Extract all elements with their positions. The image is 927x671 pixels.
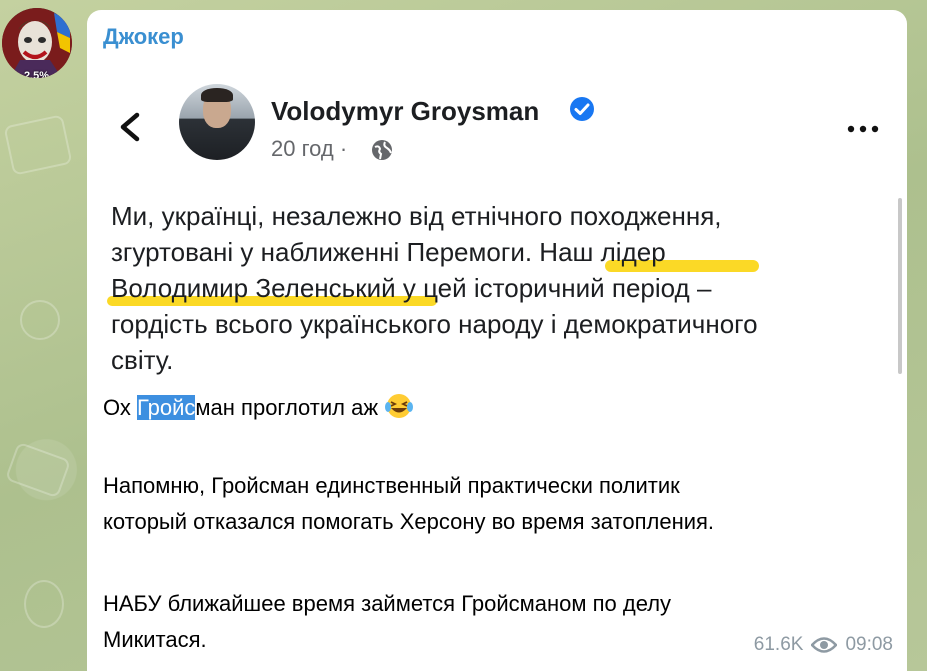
- message-text: Ох: [103, 395, 137, 420]
- wallpaper-doodle: [4, 441, 72, 499]
- eye-icon: [811, 637, 838, 653]
- sender-name[interactable]: Джокер: [103, 24, 184, 50]
- post-line: Володимир Зеленський у цей історичний пе…: [111, 273, 712, 303]
- embedded-screenshot[interactable]: Volodymyr Groysman 20 год · Ми, українці…: [87, 72, 907, 384]
- channel-avatar[interactable]: 2.5%: [2, 8, 72, 78]
- message-text: ман проглотил аж: [195, 395, 379, 420]
- globe-icon: [372, 140, 392, 160]
- laughing-emoji-icon: [385, 394, 414, 418]
- post-text: Ми, українці, незалежно від етнічного по…: [107, 198, 881, 378]
- meta-separator: ·: [339, 136, 348, 161]
- message-footer: 61.6K 09:08: [754, 634, 893, 656]
- message-line: НАБУ ближайшее время займется Гройсманом…: [103, 591, 672, 616]
- author-name: Volodymyr Groysman: [271, 96, 540, 126]
- verified-icon: [570, 97, 594, 121]
- wallpaper-doodle: [20, 300, 60, 340]
- view-count: 61.6K: [753, 634, 804, 655]
- message-bubble[interactable]: Джокер Volodymyr Groysman 20 год · Ми, у…: [87, 10, 907, 671]
- message-time: 09:08: [845, 634, 893, 655]
- screenshot-scrollbar: [898, 198, 902, 374]
- profile-photo: [179, 84, 255, 160]
- wallpaper-doodle: [24, 580, 64, 628]
- post-meta: 20 год ·: [271, 136, 347, 162]
- post-line: світу.: [111, 345, 174, 375]
- message-paragraph: Напомню, Гройсман единственный практичес…: [103, 468, 893, 540]
- post-line: гордість всього українського народу і де…: [111, 309, 758, 339]
- post-age: 20 год: [271, 136, 334, 161]
- selected-text: Гройс: [136, 395, 196, 420]
- more-icon: [847, 125, 879, 133]
- message-line: который отказался помогать Херсону во вр…: [103, 509, 715, 534]
- post-line: згуртовані у наближенні Перемоги. Наш лі…: [111, 237, 666, 267]
- message-line: Напомню, Гройсман единственный практичес…: [103, 473, 680, 498]
- back-icon: [120, 112, 140, 142]
- joker-avatar-image: [2, 8, 72, 78]
- post-line: Ми, українці, незалежно від етнічного по…: [111, 201, 722, 231]
- avatar-badge: 2.5%: [24, 70, 50, 78]
- message-line: Ох Гройсман проглотил аж: [103, 390, 893, 426]
- wallpaper-doodle: [3, 114, 73, 176]
